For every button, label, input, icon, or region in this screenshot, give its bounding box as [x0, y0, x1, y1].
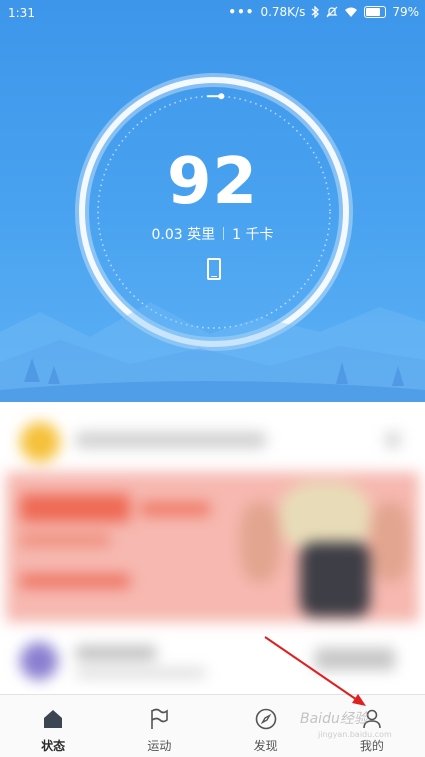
watermark-url: jingyan.baidu.com — [318, 730, 392, 739]
annotation-arrow — [264, 636, 366, 706]
watermark: Baidu经验 — [300, 711, 368, 727]
